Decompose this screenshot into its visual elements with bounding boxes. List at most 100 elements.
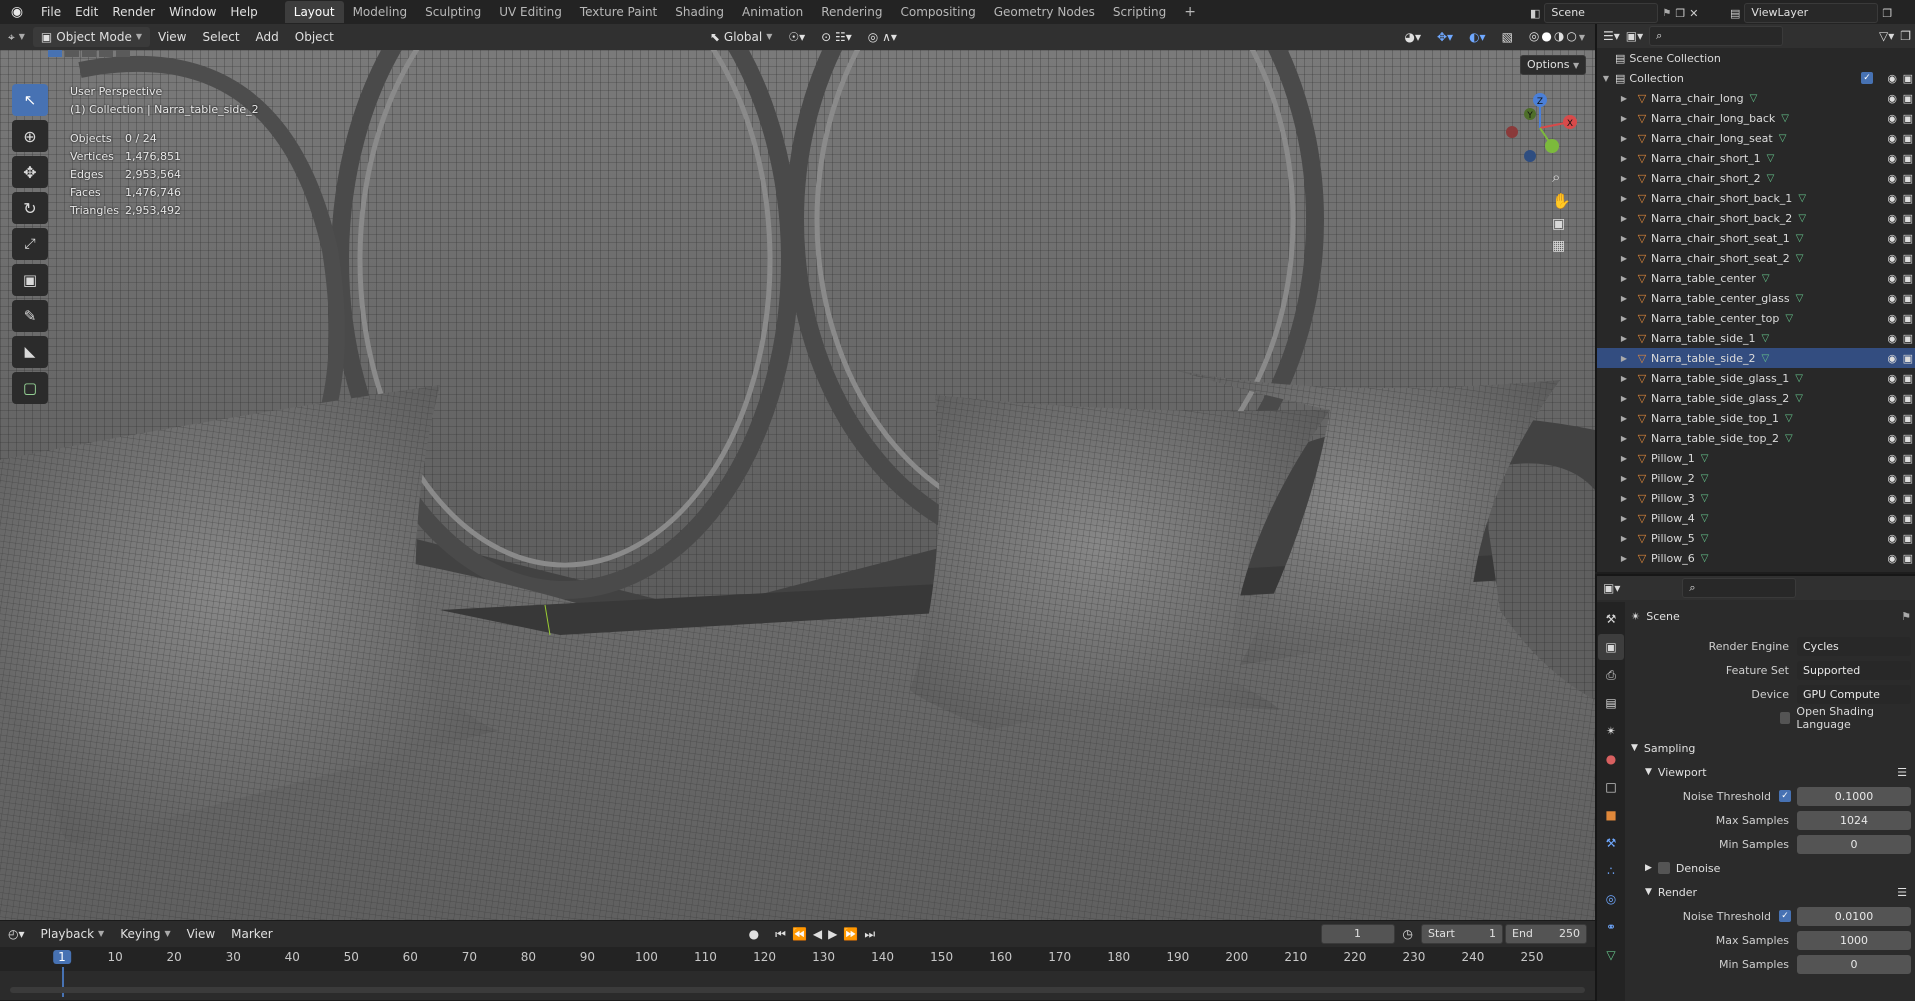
render-engine-dropdown[interactable]: Cycles <box>1797 636 1911 656</box>
eye-icon[interactable]: ◉ <box>1887 252 1897 265</box>
feature-set-dropdown[interactable]: Supported <box>1797 660 1911 680</box>
tab-animation[interactable]: Animation <box>733 1 812 23</box>
outliner-editor-icon[interactable]: ☰▾ <box>1603 29 1620 43</box>
camera-icon[interactable]: ▣ <box>1903 552 1913 565</box>
outliner-item[interactable]: ▶ ▽ Narra_table_side_glass_2 ▽ ◉ ▣ <box>1597 388 1915 408</box>
eye-icon[interactable]: ◉ <box>1887 352 1897 365</box>
outliner-item[interactable]: ▶ ▽ Narra_chair_short_back_1 ▽ ◉ ▣ <box>1597 188 1915 208</box>
camera-icon[interactable]: ▣ <box>1903 72 1913 85</box>
expand-arrow-icon[interactable]: ▶ <box>1615 434 1633 443</box>
view-layer-field[interactable]: ViewLayer <box>1744 3 1879 23</box>
outliner-item[interactable]: ▶ ▽ Narra_chair_short_2 ▽ ◉ ▣ <box>1597 168 1915 188</box>
display-mode-icon[interactable]: ▣▾ <box>1626 29 1643 43</box>
expand-arrow-icon[interactable]: ▶ <box>1615 554 1633 563</box>
expand-arrow-icon[interactable]: ▶ <box>1615 194 1633 203</box>
viewport-min-samples-field[interactable]: 0 <box>1797 834 1911 854</box>
solid-shading-icon[interactable]: ● <box>1541 29 1553 43</box>
menu-view[interactable]: View <box>150 24 194 50</box>
render-noise-threshold-checkbox[interactable]: ✓ <box>1779 910 1791 922</box>
output-tab-icon[interactable]: ⎙ <box>1598 662 1624 688</box>
camera-icon[interactable]: ▣ <box>1903 92 1913 105</box>
eye-icon[interactable]: ◉ <box>1887 232 1897 245</box>
material-shading-icon[interactable]: ◑ <box>1554 29 1566 43</box>
rendered-shading-icon[interactable]: ○ <box>1566 29 1578 43</box>
outliner-item[interactable]: ▶ ▽ Pillow_2 ▽ ◉ ▣ <box>1597 468 1915 488</box>
camera-icon[interactable]: ▣ <box>1903 152 1913 165</box>
record-icon[interactable]: ● <box>741 921 767 947</box>
camera-icon[interactable]: ▣ <box>1552 216 1571 232</box>
outliner-item[interactable]: ▶ ▽ Narra_chair_short_seat_1 ▽ ◉ ▣ <box>1597 228 1915 248</box>
menu-edit[interactable]: Edit <box>68 0 105 24</box>
tab-rendering[interactable]: Rendering <box>812 1 891 23</box>
keying-menu[interactable]: Keying ▼ <box>112 921 178 947</box>
viewport-subpanel-header[interactable]: ▼ Viewport ☰ <box>1631 760 1915 784</box>
timeline-scrollbar[interactable] <box>10 987 1585 993</box>
constraints-tab-icon[interactable]: ⚭ <box>1598 914 1624 940</box>
select-extend-icon[interactable] <box>65 50 79 57</box>
eye-icon[interactable]: ◉ <box>1887 432 1897 445</box>
mode-dropdown[interactable]: ▣ Object Mode ▼ <box>32 27 151 47</box>
denoise-checkbox[interactable] <box>1657 862 1670 874</box>
camera-icon[interactable]: ▣ <box>1903 352 1913 365</box>
eye-icon[interactable]: ◉ <box>1887 552 1897 565</box>
eye-icon[interactable]: ◉ <box>1887 152 1897 165</box>
camera-icon[interactable]: ▣ <box>1903 252 1913 265</box>
outliner-item[interactable]: ▶ ▽ Narra_table_center ▽ ◉ ▣ <box>1597 268 1915 288</box>
tab-compositing[interactable]: Compositing <box>891 1 984 23</box>
marker-menu[interactable]: Marker <box>223 921 280 947</box>
camera-icon[interactable]: ▣ <box>1903 392 1913 405</box>
navigation-gizmo[interactable]: Z X Y <box>1500 88 1580 168</box>
snap-icon[interactable]: ⊙ ☷▾ <box>813 24 860 50</box>
tab-layout[interactable]: Layout <box>284 1 344 23</box>
tab-uv-editing[interactable]: UV Editing <box>490 1 571 23</box>
device-dropdown[interactable]: GPU Compute <box>1797 684 1911 704</box>
viewport-max-samples-field[interactable]: 1024 <box>1797 810 1911 830</box>
menu-help[interactable]: Help <box>223 0 264 24</box>
sampling-panel-header[interactable]: ▼ Sampling <box>1631 736 1915 760</box>
delete-scene-icon[interactable]: ✕ <box>1689 7 1698 20</box>
camera-icon[interactable]: ▣ <box>1903 492 1913 505</box>
tab-texture-paint[interactable]: Texture Paint <box>571 1 666 23</box>
eye-icon[interactable]: ◉ <box>1887 532 1897 545</box>
play-reverse-icon[interactable]: ◀ <box>813 927 828 941</box>
osl-checkbox[interactable] <box>1779 712 1791 724</box>
expand-arrow-icon[interactable]: ▶ <box>1615 274 1633 283</box>
tab-geometry-nodes[interactable]: Geometry Nodes <box>985 1 1104 23</box>
menu-add[interactable]: Add <box>248 24 287 50</box>
eye-icon[interactable]: ◉ <box>1887 332 1897 345</box>
select-box-tool[interactable]: ↖ <box>12 84 48 116</box>
expand-arrow-icon[interactable]: ▶ <box>1615 474 1633 483</box>
outliner-item[interactable]: ▶ ▽ Narra_chair_long_seat ▽ ◉ ▣ <box>1597 128 1915 148</box>
menu-window[interactable]: Window <box>162 0 223 24</box>
render-max-samples-field[interactable]: 1000 <box>1797 930 1911 950</box>
expand-arrow-icon[interactable]: ▶ <box>1615 414 1633 423</box>
menu-object[interactable]: Object <box>287 24 342 50</box>
eye-icon[interactable]: ◉ <box>1887 452 1897 465</box>
expand-arrow-icon[interactable]: ▶ <box>1615 494 1633 503</box>
options-dropdown[interactable]: Options ▼ <box>1520 55 1587 75</box>
expand-arrow-icon[interactable]: ▶ <box>1615 334 1633 343</box>
eye-icon[interactable]: ◉ <box>1887 172 1897 185</box>
outliner-item[interactable]: ▶ ▽ Pillow_6 ▽ ◉ ▣ <box>1597 548 1915 568</box>
eye-icon[interactable]: ◉ <box>1887 192 1897 205</box>
eye-icon[interactable]: ◉ <box>1887 92 1897 105</box>
next-keyframe-icon[interactable]: ⏩ <box>843 927 864 941</box>
eye-icon[interactable]: ◉ <box>1887 312 1897 325</box>
select-subtract-icon[interactable] <box>82 50 96 57</box>
eye-icon[interactable]: ◉ <box>1887 72 1897 85</box>
properties-editor-icon[interactable]: ▣▾ <box>1603 581 1620 595</box>
timeline-editor-icon[interactable]: ◴▾ <box>0 921 33 947</box>
menu-file[interactable]: File <box>34 0 68 24</box>
current-frame-field[interactable]: 1 <box>1320 924 1395 944</box>
collection-tab-icon[interactable]: □ <box>1598 774 1624 800</box>
outliner-item[interactable]: ▶ ▽ Narra_table_side_2 ▽ ◉ ▣ <box>1597 348 1915 368</box>
expand-arrow-icon[interactable]: ▶ <box>1615 394 1633 403</box>
expand-arrow-icon[interactable]: ▶ <box>1615 534 1633 543</box>
expand-arrow-icon[interactable]: ▶ <box>1615 374 1633 383</box>
expand-arrow-icon[interactable]: ▶ <box>1615 234 1633 243</box>
view-layer-selector[interactable]: ▤ ViewLayer ❐ <box>1730 3 1892 23</box>
expand-arrow-icon[interactable]: ▶ <box>1615 454 1633 463</box>
camera-icon[interactable]: ▣ <box>1903 452 1913 465</box>
expand-arrow-icon[interactable]: ▶ <box>1615 114 1633 123</box>
eye-icon[interactable]: ◉ <box>1887 472 1897 485</box>
